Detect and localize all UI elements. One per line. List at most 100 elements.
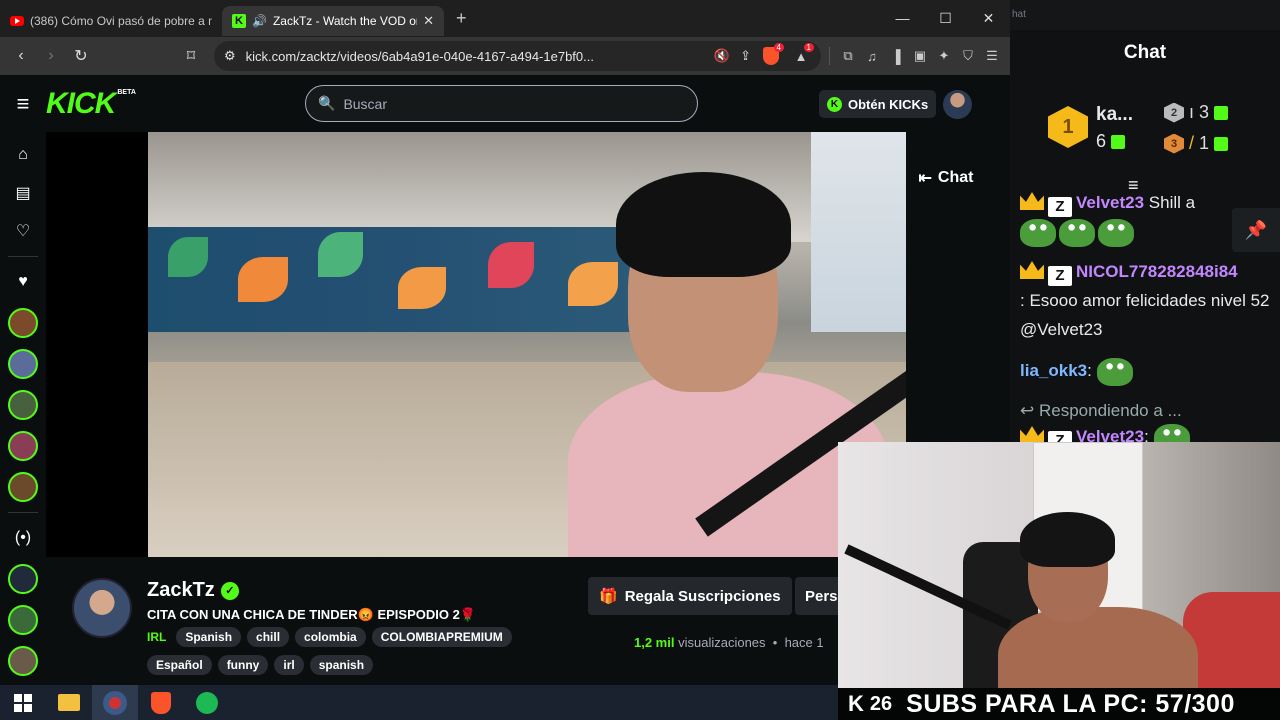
pepe-emote-icon [1059,218,1095,247]
media-icon[interactable]: ♫ [862,46,882,66]
chat-toggle-button[interactable]: ⇤ Chat [908,160,984,196]
tags-row: IRL Spanish chill colombia COLOMBIAPREMI… [147,627,512,647]
rank-2-entry: 2 ı 3 [1164,102,1229,123]
divider [8,256,38,257]
brave-rewards-icon[interactable]: ▲ 1 [791,43,814,66]
video-player[interactable] [46,132,906,557]
windows-taskbar [0,685,838,720]
leo-ai-icon[interactable]: ✦ [934,46,954,66]
chat-username[interactable]: lia_okk3 [1020,361,1087,380]
search-input[interactable]: 🔍 Buscar [305,85,698,122]
chat-title: Chat [1123,42,1167,63]
menu-icon[interactable]: ☰ [982,46,1002,66]
tag[interactable]: Spanish [176,627,242,647]
tab-kick[interactable]: K 🔊 ZackTz - Watch the VOD on K ✕ [222,5,444,36]
wallet-icon[interactable]: ▣ [910,46,930,66]
address-bar[interactable]: ⚙ kick.com/zacktz/videos/6ab4a91e-040e-4… [214,41,821,71]
channel-name[interactable]: ZackTz ✓ [147,579,239,602]
kick-logo[interactable]: KICK [46,87,116,121]
followed-channel-avatar[interactable] [8,431,38,461]
pip-icon[interactable]: ⧉ [838,46,858,66]
top-gifter-name[interactable]: ka... [1096,104,1133,126]
rank-3-badge: 3 [1164,133,1184,154]
followed-channel-avatar[interactable] [8,349,38,379]
sidebar-icon[interactable]: ▐ [886,46,906,66]
get-kicks-label: Obtén KICKs [848,96,929,112]
crown-badge-icon [1020,192,1044,210]
streamer-figure [568,172,906,557]
brave-button[interactable] [138,685,184,720]
browse-icon[interactable]: ▤ [7,178,39,208]
spotify-button[interactable] [184,685,230,720]
file-explorer-button[interactable] [46,685,92,720]
rank-3-entry: 3 / 1 [1164,133,1229,154]
divider [829,47,830,65]
pin-icon[interactable]: 📌 [1232,208,1280,252]
kicks-coin-icon: K [827,96,842,112]
gift-subscriptions-button[interactable]: 🎁 Regala Suscripciones [588,577,792,615]
brave-icon [151,691,171,714]
bookmark-icon[interactable]: ⌑ [178,46,204,66]
close-tab-icon[interactable]: ✕ [423,13,434,29]
sub-badge-icon: Z [1048,431,1072,442]
reload-icon[interactable]: ↻ [68,46,94,66]
speaker-icon[interactable]: 🔊 [252,14,267,28]
stream-info: ZackTz ✓ CITA CON UNA CHICA DE TINDER😡 E… [46,557,855,685]
beta-label: BETA [117,89,136,96]
home-icon[interactable]: ⌂ [7,140,39,170]
followed-channel-avatar[interactable] [8,308,38,338]
tag[interactable]: spanish [309,655,374,675]
tag[interactable]: COLOMBIAPREMIUM [371,627,512,647]
channel-avatar[interactable] [72,578,132,638]
tag[interactable]: chill [247,627,290,647]
followed-channel-avatar[interactable] [8,390,38,420]
maximize-icon[interactable]: ☐ [924,10,967,27]
vpn-icon[interactable]: ⛉ [958,46,978,66]
recommended-channel-avatar[interactable] [8,605,38,635]
mute-site-icon[interactable]: 🔇 [714,48,730,64]
following-icon[interactable]: ♡ [7,216,39,246]
url-text: kick.com/zacktz/videos/6ab4a91e-040e-416… [245,48,594,64]
verified-icon: ✓ [220,581,239,600]
tab-youtube[interactable]: (386) Cómo Ovi pasó de pobre a mús [0,6,222,36]
share-icon[interactable]: ⇪ [740,48,751,64]
followed-channel-avatar[interactable] [8,472,38,502]
tag[interactable]: funny [217,655,269,675]
chat-username[interactable]: Velvet23 [1076,193,1144,212]
tag[interactable]: irl [274,655,304,675]
get-kicks-button[interactable]: K Obtén KICKs [819,90,937,118]
chat-username[interactable]: NICOL778282848i84 [1076,262,1238,281]
subs-goal-overlay: K 26 SUBS PARA LA PC: 57/300 [838,688,1280,720]
recommended-channel-avatar[interactable] [8,564,38,594]
user-avatar[interactable] [943,90,972,119]
kick-header: ≡ KICK BETA 🔍 Buscar K Obtén KICKs [0,75,1010,132]
subs-count: 26 [869,692,893,715]
site-settings-icon[interactable]: ⚙ [224,48,236,64]
subs-goal-text: SUBS PARA LA PC: 57/300 [906,689,1235,718]
chat-message: Z Velvet23: [1020,422,1270,442]
kick-favicon-icon: K [232,13,246,28]
tag[interactable]: colombia [295,627,366,647]
hamburger-menu-icon[interactable]: ≡ [0,91,46,117]
brave-shields-icon[interactable]: 4 [761,43,784,66]
forward-icon[interactable]: › [38,47,64,65]
category-link[interactable]: IRL [147,630,166,644]
pepe-emote-icon [1098,218,1134,247]
gift-icon: 🎁 [599,588,618,605]
folder-icon [58,694,80,711]
rank-2-badge: 2 [1164,102,1184,123]
tag[interactable]: Español [147,655,212,675]
new-tab-icon[interactable]: + [456,8,467,29]
close-window-icon[interactable]: ✕ [967,10,1010,27]
start-button[interactable] [0,685,46,720]
browser-tabbar: (386) Cómo Ovi pasó de pobre a mús K 🔊 Z… [0,0,1010,37]
tags-row-2: Español funny irl spanish [147,655,374,675]
back-icon[interactable]: ‹ [8,47,34,65]
recommended-channel-avatar[interactable] [8,646,38,676]
video-frame [148,132,906,557]
webcam-overlay [838,442,1280,688]
minimize-icon[interactable]: — [881,10,924,27]
gift-icon [1111,134,1126,149]
chat-username[interactable]: Velvet23 [1076,427,1144,442]
obs-button[interactable] [92,685,138,720]
